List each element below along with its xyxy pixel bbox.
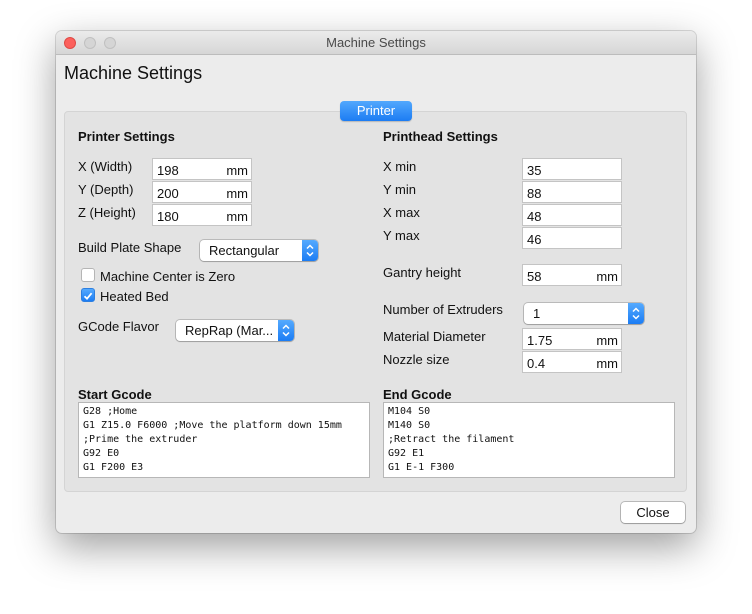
y-depth-unit: mm — [226, 186, 248, 201]
material-diameter-field[interactable]: 1.75 mm — [522, 328, 622, 350]
end-gcode-editor[interactable]: M104 S0 M140 S0 ;Retract the filament G9… — [383, 402, 675, 478]
gcode-flavor-label: GCode Flavor — [78, 319, 159, 334]
material-diameter-value: 1.75 — [527, 333, 553, 348]
gantry-height-label: Gantry height — [383, 265, 462, 280]
y-min-value: 88 — [527, 186, 542, 201]
nozzle-size-label: Nozzle size — [383, 352, 450, 367]
end-gcode-label: End Gcode — [383, 387, 452, 402]
y-min-label: Y min — [383, 182, 416, 197]
y-min-field[interactable]: 88 — [522, 181, 622, 203]
chevron-updown-icon — [302, 240, 318, 261]
x-width-unit: mm — [226, 163, 248, 178]
material-diameter-unit: mm — [596, 333, 618, 348]
y-depth-field[interactable]: 200 mm — [152, 181, 252, 203]
x-min-field[interactable]: 35 — [522, 158, 622, 180]
x-min-value: 35 — [527, 163, 542, 178]
number-of-extruders-value: 1 — [533, 306, 541, 321]
machine-center-zero-label: Machine Center is Zero — [100, 269, 236, 284]
y-max-value: 46 — [527, 232, 542, 247]
y-depth-value: 200 — [157, 186, 179, 201]
nozzle-size-value: 0.4 — [527, 356, 546, 371]
gantry-height-value: 58 — [527, 269, 542, 284]
heated-bed-label: Heated Bed — [100, 289, 169, 304]
z-height-value: 180 — [157, 209, 179, 224]
z-height-label: Z (Height) — [78, 205, 136, 220]
dialog-title: Machine Settings — [64, 63, 203, 83]
y-depth-label: Y (Depth) — [78, 182, 134, 197]
gantry-height-field[interactable]: 58 mm — [522, 264, 622, 286]
number-of-extruders-label: Number of Extruders — [383, 302, 503, 317]
z-height-field[interactable]: 180 mm — [152, 204, 252, 226]
x-width-field[interactable]: 198 mm — [152, 158, 252, 180]
build-plate-shape-value: Rectangular — [209, 243, 280, 258]
material-diameter-label: Material Diameter — [383, 329, 486, 344]
x-max-value: 48 — [527, 209, 542, 224]
close-button[interactable]: Close — [621, 502, 685, 523]
x-width-label: X (Width) — [78, 159, 133, 174]
window-title: Machine Settings — [326, 35, 426, 50]
x-min-label: X min — [383, 159, 417, 174]
start-gcode-editor[interactable]: G28 ;Home G1 Z15.0 F6000 ;Move the platf… — [78, 402, 370, 478]
tab-printer[interactable]: Printer — [340, 101, 412, 121]
y-max-field[interactable]: 46 — [522, 227, 622, 249]
checkmark-icon — [83, 292, 93, 301]
machine-center-zero-checkbox[interactable] — [81, 268, 95, 282]
heated-bed-checkbox[interactable] — [81, 288, 95, 302]
printhead-settings-header: Printhead Settings — [383, 129, 498, 144]
number-of-extruders-select[interactable]: 1 — [524, 303, 644, 324]
chevron-updown-icon — [278, 320, 294, 341]
gcode-flavor-value: RepRap (Mar... — [185, 323, 274, 338]
x-max-label: X max — [383, 205, 420, 220]
printer-settings-header: Printer Settings — [78, 129, 175, 144]
build-plate-shape-label: Build Plate Shape — [78, 240, 182, 255]
build-plate-shape-select[interactable]: Rectangular — [200, 240, 318, 261]
nozzle-size-unit: mm — [596, 356, 618, 371]
x-width-value: 198 — [157, 163, 179, 178]
start-gcode-label: Start Gcode — [78, 387, 152, 402]
machine-settings-window: Machine Settings Machine Settings Printe… — [56, 31, 696, 533]
nozzle-size-field[interactable]: 0.4 mm — [522, 351, 622, 373]
chevron-updown-icon — [628, 303, 644, 324]
title-bar[interactable]: Machine Settings — [56, 31, 696, 55]
gantry-height-unit: mm — [596, 269, 618, 284]
z-height-unit: mm — [226, 209, 248, 224]
x-max-field[interactable]: 48 — [522, 204, 622, 226]
y-max-label: Y max — [383, 228, 420, 243]
gcode-flavor-select[interactable]: RepRap (Mar... — [176, 320, 294, 341]
